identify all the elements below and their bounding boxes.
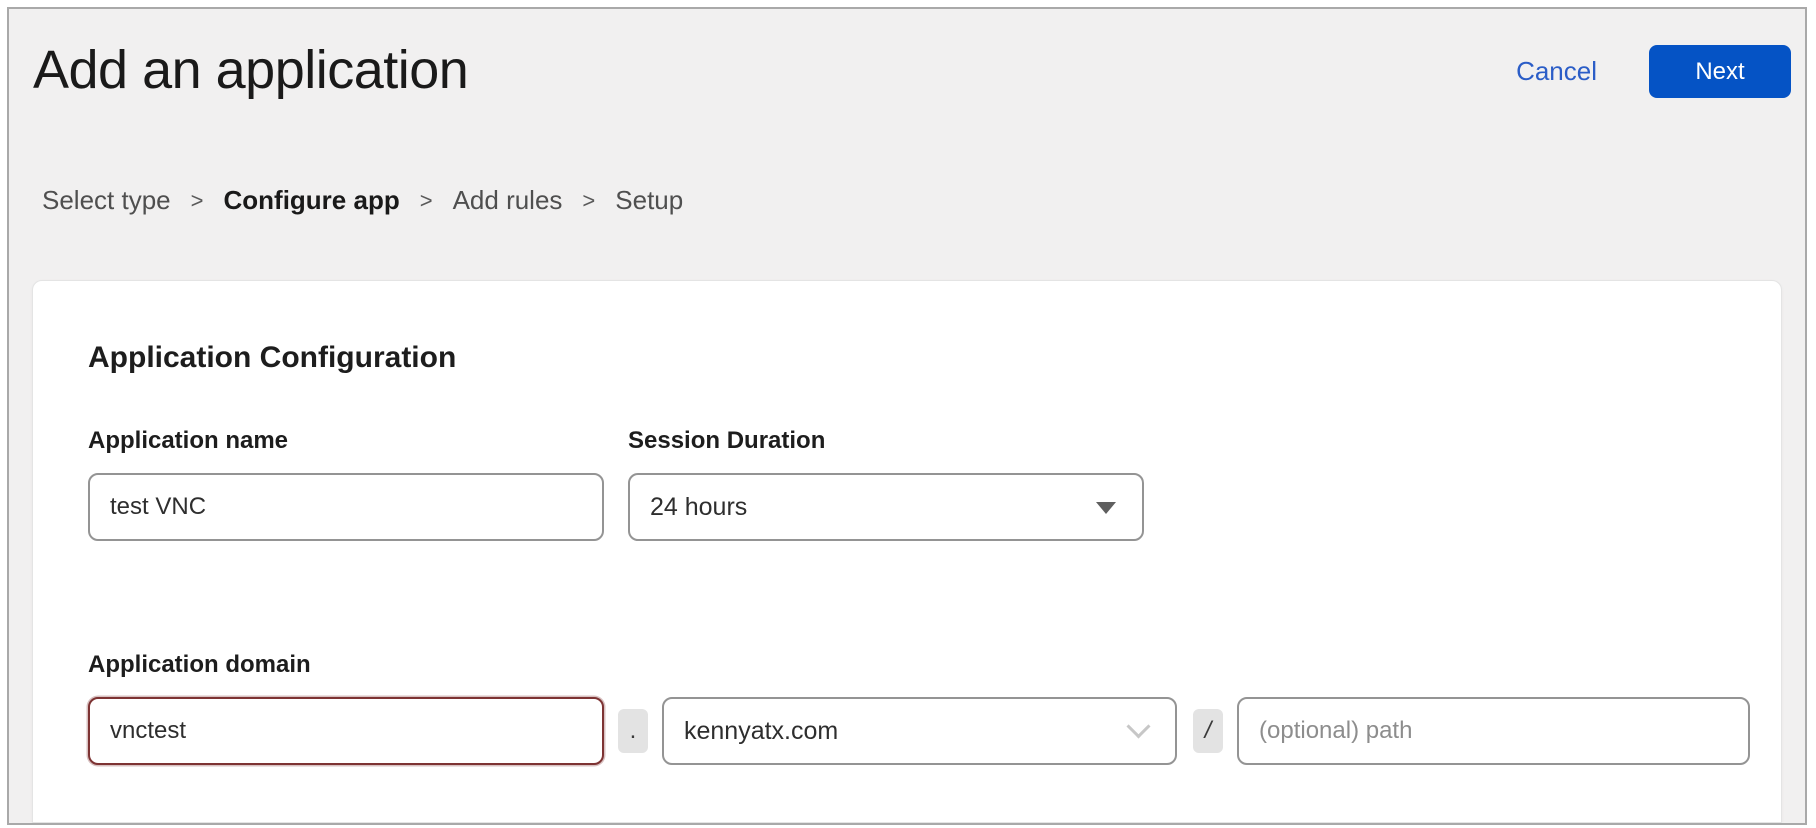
application-name-field: Application name (88, 427, 604, 541)
session-duration-value: 24 hours (650, 493, 747, 522)
path-input[interactable] (1237, 697, 1750, 765)
breadcrumb-step-setup[interactable]: Setup (615, 185, 683, 216)
application-domain-row: . kennyatx.com / (88, 697, 1781, 765)
header-actions: Cancel Next (1516, 45, 1791, 98)
app-window: Add an application Cancel Next Select ty… (7, 7, 1807, 825)
breadcrumb-step-configure-app[interactable]: Configure app (224, 185, 400, 216)
session-duration-label: Session Duration (628, 427, 1144, 455)
dot-separator: . (618, 709, 648, 753)
application-domain-label: Application domain (88, 651, 1781, 679)
breadcrumb-separator: > (582, 188, 595, 214)
breadcrumb-step-add-rules[interactable]: Add rules (453, 185, 563, 216)
configuration-card: Application Configuration Application na… (32, 280, 1782, 823)
domain-value: kennyatx.com (684, 717, 838, 746)
slash-separator: / (1193, 709, 1223, 753)
subdomain-input[interactable] (88, 697, 604, 765)
cancel-button[interactable]: Cancel (1516, 56, 1597, 87)
session-duration-field: Session Duration 24 hours (628, 427, 1144, 541)
triangle-down-icon (1096, 502, 1116, 514)
next-button[interactable]: Next (1649, 45, 1791, 98)
name-duration-row: Application name Session Duration 24 hou… (88, 427, 1781, 541)
application-domain-section: Application domain . kennyatx.com / (88, 651, 1781, 765)
chevron-down-icon (1126, 715, 1150, 739)
application-name-input[interactable] (88, 473, 604, 541)
application-name-label: Application name (88, 427, 604, 455)
page-header: Add an application Cancel Next (9, 9, 1805, 101)
breadcrumb-step-select-type[interactable]: Select type (42, 185, 171, 216)
section-title: Application Configuration (88, 341, 1781, 375)
session-duration-select[interactable]: 24 hours (628, 473, 1144, 541)
domain-select[interactable]: kennyatx.com (662, 697, 1177, 765)
breadcrumb-separator: > (191, 188, 204, 214)
breadcrumb-separator: > (420, 188, 433, 214)
breadcrumb: Select type > Configure app > Add rules … (9, 185, 1805, 216)
